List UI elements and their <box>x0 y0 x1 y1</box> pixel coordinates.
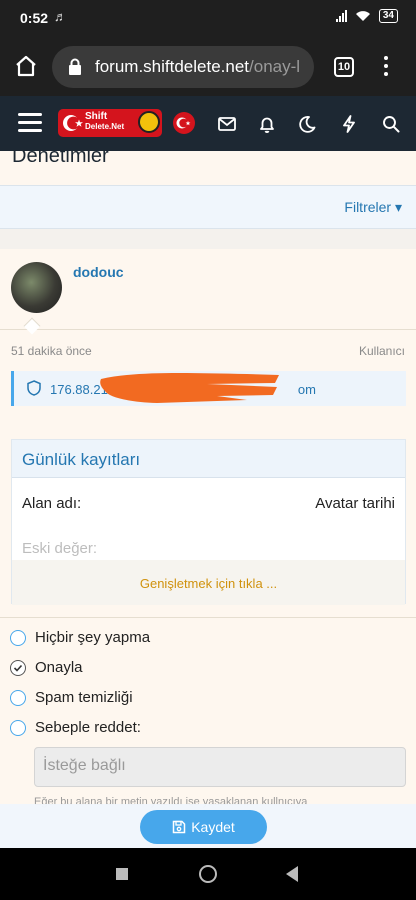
hamburger-menu-icon[interactable] <box>18 113 42 133</box>
log-panel: Günlük kayıtları Alan adı: Avatar tarihi… <box>11 439 406 605</box>
crescent-star-icon <box>63 115 83 131</box>
expand-link[interactable]: Genişletmek için tıkla ... <box>12 576 405 591</box>
filter-bar: Filtreler ▾ <box>0 185 416 229</box>
avatar[interactable] <box>11 262 62 313</box>
system-nav-bar <box>0 848 416 900</box>
page-content: Denetimler Filtreler ▾ dodouc 51 dakika … <box>0 151 416 848</box>
url-text: forum.shiftdelete.net/onay-l <box>95 57 300 77</box>
bolt-icon[interactable] <box>338 113 360 135</box>
log-panel-title: Günlük kayıtları <box>22 450 141 469</box>
avatar-pointer <box>23 317 41 335</box>
turkish-flag-icon <box>173 112 195 134</box>
filters-dropdown[interactable]: Filtreler ▾ <box>344 199 402 216</box>
home-button[interactable] <box>199 865 217 883</box>
log-panel-header: Günlük kayıtları <box>12 440 405 478</box>
timestamp: 51 dakika önce <box>11 344 92 358</box>
recents-button[interactable] <box>116 868 128 880</box>
radio-button[interactable] <box>10 630 26 646</box>
logo-text: Shift Delete.Net <box>85 111 125 132</box>
signal-icon <box>335 10 347 22</box>
lock-icon <box>69 58 81 75</box>
shield-icon <box>27 380 41 396</box>
radio-button[interactable] <box>10 720 26 736</box>
battery-icon: 34 <box>378 9 398 23</box>
site-header: Shift Delete.Net <box>0 96 416 151</box>
radio-button-checked[interactable] <box>10 660 26 676</box>
page-title: Denetimler <box>12 151 109 167</box>
checkmark-icon <box>13 664 23 672</box>
search-icon[interactable] <box>380 113 402 135</box>
more-menu-icon[interactable] <box>380 56 392 78</box>
home-icon[interactable] <box>14 54 38 78</box>
site-logo[interactable]: Shift Delete.Net <box>58 109 162 137</box>
bell-icon[interactable] <box>256 113 278 135</box>
field-name-label: Alan adı: <box>22 495 82 512</box>
clock: 0:52 <box>20 10 49 26</box>
browser-toolbar: forum.shiftdelete.net/onay-l 10 <box>0 36 416 96</box>
field-name-value: Avatar tarihi <box>315 495 395 512</box>
back-button[interactable] <box>286 866 298 882</box>
floppy-disk-icon <box>172 820 186 834</box>
url-domain: forum.shiftdelete.net <box>95 57 250 76</box>
music-note-icon: ♬ <box>54 9 67 24</box>
moon-icon[interactable] <box>296 113 318 135</box>
username-link[interactable]: dodouc <box>73 264 124 280</box>
address-bar[interactable]: forum.shiftdelete.net/onay-l <box>52 46 314 88</box>
tab-switcher-button[interactable]: 10 <box>334 57 354 77</box>
status-bar: 0:52 ♬ 34 <box>0 0 416 36</box>
radio-button[interactable] <box>10 690 26 706</box>
save-button[interactable]: Kaydet <box>140 810 267 844</box>
reason-input[interactable]: İsteğe bağlı <box>34 747 406 787</box>
url-path: /onay-l <box>249 57 301 76</box>
option-label: Hiçbir şey yapma <box>35 629 151 646</box>
save-button-label: Kaydet <box>191 819 235 835</box>
option-label: Onayla <box>35 659 83 676</box>
section-gap <box>0 229 416 249</box>
wifi-icon <box>355 11 370 21</box>
envelope-icon[interactable] <box>216 113 238 135</box>
redaction-scribble <box>100 373 279 403</box>
option-label: Spam temizliği <box>35 689 133 706</box>
logo-emblem-icon <box>138 111 160 133</box>
old-value-label: Eski değer: <box>22 540 98 557</box>
status-icons: 34 <box>335 9 398 23</box>
divider <box>0 329 416 330</box>
divider <box>0 617 416 618</box>
content-type-label: Kullanıcı <box>358 344 405 358</box>
option-label: Sebeple reddet: <box>35 719 141 736</box>
